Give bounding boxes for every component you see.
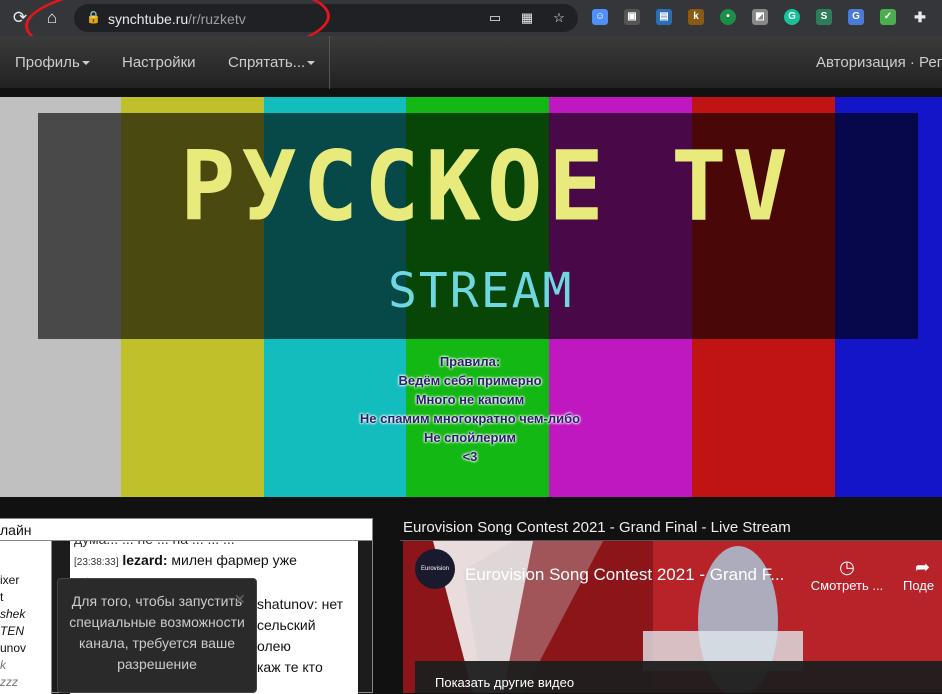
cast-icon[interactable]: ▭ xyxy=(486,9,504,27)
grammarly-icon[interactable]: G xyxy=(784,9,800,25)
rules-line: Не спамим многократно чем-либо xyxy=(359,411,581,426)
user-item[interactable]: k xyxy=(0,658,6,672)
watch-later-button[interactable]: ◷ Смотреть ... xyxy=(807,557,887,593)
more-videos-bar[interactable]: Показать другие видео xyxy=(415,661,942,693)
ghost-extension-icon[interactable]: ☺ xyxy=(592,9,608,25)
rules-line: Много не капсим xyxy=(415,392,525,407)
user-item[interactable]: t xyxy=(0,590,3,604)
green-extension-icon[interactable]: ✓ xyxy=(880,9,896,25)
video-title: Eurovision Song Contest 2021 - Grand Fin… xyxy=(403,519,791,536)
popup-text: Для того, чтобы запустить специальные во… xyxy=(69,593,245,672)
user-item[interactable]: ixer xyxy=(0,573,19,587)
user-item[interactable]: TEN xyxy=(0,624,24,638)
book-extension-icon[interactable]: ▤ xyxy=(656,9,672,25)
banner-subtitle: STREAM xyxy=(388,263,574,319)
permission-popup[interactable]: ✕ Для того, чтобы запустить специальные … xyxy=(57,578,257,693)
site-navbar: Профиль Настройки Спрятать... Авторизаци… xyxy=(0,36,942,89)
online-header[interactable]: лайн xyxy=(0,519,372,541)
translate-extension-icon[interactable]: G xyxy=(848,9,864,25)
channel-banner: РУССКОЕ TV STREAM Правила: Ведём себя пр… xyxy=(0,97,942,497)
clock-icon: ◷ xyxy=(839,557,855,577)
nav-profile[interactable]: Профиль xyxy=(15,54,90,71)
window-extension-icon[interactable]: ▣ xyxy=(624,9,640,25)
chat-message: [23:38:33] lezard: милен фармер уже xyxy=(74,552,297,568)
k-extension-icon[interactable]: k xyxy=(688,9,704,25)
share-label: Поде xyxy=(903,578,935,593)
s-extension-icon[interactable]: S xyxy=(816,9,832,25)
close-icon[interactable]: ✕ xyxy=(234,589,246,610)
channel-rules: Правила: Ведём себя примерно Много не ка… xyxy=(300,352,640,466)
youtube-title[interactable]: Eurovision Song Contest 2021 - Grand F..… xyxy=(465,565,784,585)
rules-line: Правила: xyxy=(439,354,501,369)
bookmark-star-icon[interactable]: ☆ xyxy=(550,9,568,27)
watch-later-label: Смотреть ... xyxy=(810,578,884,593)
video-player[interactable]: Eurovision Eurovision Song Contest 2021 … xyxy=(403,541,942,693)
nav-divider xyxy=(329,36,330,89)
puzzle-icon[interactable]: ✚ xyxy=(912,9,928,25)
rules-line: <3 xyxy=(462,449,478,464)
user-list: ixer t shek TEN unov k zzz xyxy=(0,541,52,694)
banner-title: РУССКОЕ TV xyxy=(180,130,794,243)
gray-extension-icon[interactable]: ◩ xyxy=(752,9,768,25)
chat-line: дума... ... не ... на ... ... ... xyxy=(74,541,358,550)
nav-auth[interactable]: Авторизация · Рег xyxy=(816,54,942,71)
channel-avatar[interactable]: Eurovision xyxy=(415,549,455,589)
nav-settings[interactable]: Настройки xyxy=(122,54,196,71)
share-button[interactable]: ➦ Поде xyxy=(903,557,934,593)
badge-extension-icon[interactable]: • xyxy=(720,9,736,25)
rules-line: Не спойлерим xyxy=(423,430,517,445)
qr-icon[interactable]: ▦ xyxy=(518,9,536,27)
user-item[interactable]: unov xyxy=(0,641,26,655)
nav-hide[interactable]: Спрятать... xyxy=(228,54,316,71)
user-item[interactable]: zzz xyxy=(0,675,18,689)
user-item[interactable]: shek xyxy=(0,607,25,621)
share-icon: ➦ xyxy=(915,557,931,577)
rules-line: Ведём себя примерно xyxy=(398,373,542,388)
